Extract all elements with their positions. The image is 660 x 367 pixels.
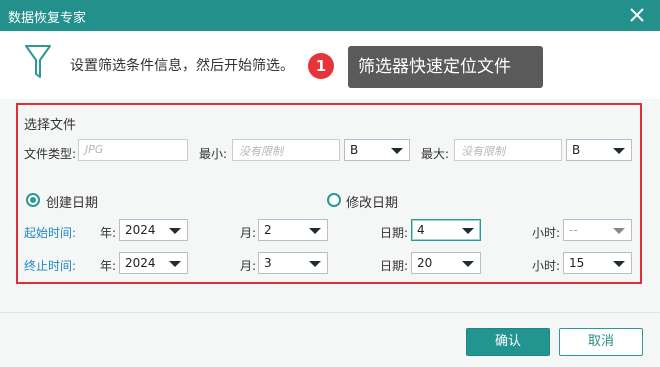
max-unit-select[interactable]: B [566, 139, 632, 161]
start-year-label: 年: [100, 226, 117, 240]
confirm-button[interactable]: 确认 [466, 328, 550, 356]
start-month-label: 月: [240, 226, 257, 240]
start-hour-label: 小时: [532, 226, 561, 240]
start-month-value: 2 [264, 223, 272, 237]
title-bar: 数据恢复专家 [0, 0, 660, 31]
end-year-label: 年: [100, 259, 117, 273]
close-icon[interactable] [628, 6, 646, 24]
created-date-radio[interactable] [26, 193, 40, 207]
min-size-label: 最小: [199, 147, 228, 161]
file-type-label: 文件类型: [24, 147, 77, 161]
end-hour-select[interactable]: 15 [563, 252, 632, 274]
start-time-label: 起始时间: [24, 226, 77, 240]
start-day-label: 日期: [380, 226, 409, 240]
end-month-select[interactable]: 3 [258, 252, 328, 274]
end-day-select[interactable]: 20 [411, 252, 481, 274]
max-unit-value: B [572, 143, 581, 157]
cancel-button[interactable]: 取消 [559, 328, 643, 356]
step-badge: 1 [308, 53, 334, 79]
end-year-select[interactable]: 2024 [119, 252, 188, 274]
modified-date-radio[interactable] [327, 193, 341, 207]
chevron-down-icon [613, 261, 625, 267]
start-month-select[interactable]: 2 [258, 219, 328, 241]
window-title: 数据恢复专家 [8, 11, 87, 26]
end-month-label: 月: [240, 259, 257, 273]
end-month-value: 3 [264, 256, 272, 270]
start-hour-value: -- [569, 223, 578, 237]
start-year-value: 2024 [125, 223, 156, 237]
chevron-down-icon [613, 228, 625, 234]
modified-date-label: 修改日期 [346, 196, 399, 211]
start-year-select[interactable]: 2024 [119, 219, 188, 241]
start-day-value: 4 [417, 223, 425, 237]
chevron-down-icon [613, 148, 625, 154]
chevron-down-icon [462, 261, 474, 267]
end-day-label: 日期: [380, 259, 409, 273]
min-unit-select[interactable]: B [344, 139, 410, 161]
min-unit-value: B [350, 143, 359, 157]
max-size-input[interactable]: 没有限制 [454, 139, 562, 161]
chevron-down-icon [169, 261, 181, 267]
end-time-label: 终止时间: [24, 259, 77, 273]
file-type-input[interactable]: JPG [78, 139, 188, 161]
end-hour-value: 15 [569, 256, 585, 270]
end-hour-label: 小时: [532, 259, 561, 273]
chevron-down-icon [391, 148, 403, 154]
callout-tooltip: 筛选器快速定位文件 [348, 46, 543, 88]
section-title: 选择文件 [24, 118, 77, 133]
header-hint: 设置筛选条件信息，然后开始筛选。 [70, 58, 294, 74]
start-hour-select[interactable]: -- [563, 219, 632, 241]
funnel-icon [25, 45, 51, 78]
chevron-down-icon [169, 228, 181, 234]
start-day-select[interactable]: 4 [411, 219, 481, 241]
chevron-down-icon [462, 228, 474, 234]
max-size-label: 最大: [421, 147, 450, 161]
chevron-down-icon [309, 261, 321, 267]
created-date-label: 创建日期 [46, 196, 99, 211]
end-year-value: 2024 [125, 256, 156, 270]
footer-divider [0, 312, 660, 313]
min-size-input[interactable]: 没有限制 [232, 139, 340, 161]
chevron-down-icon [309, 228, 321, 234]
end-day-value: 20 [417, 256, 433, 270]
